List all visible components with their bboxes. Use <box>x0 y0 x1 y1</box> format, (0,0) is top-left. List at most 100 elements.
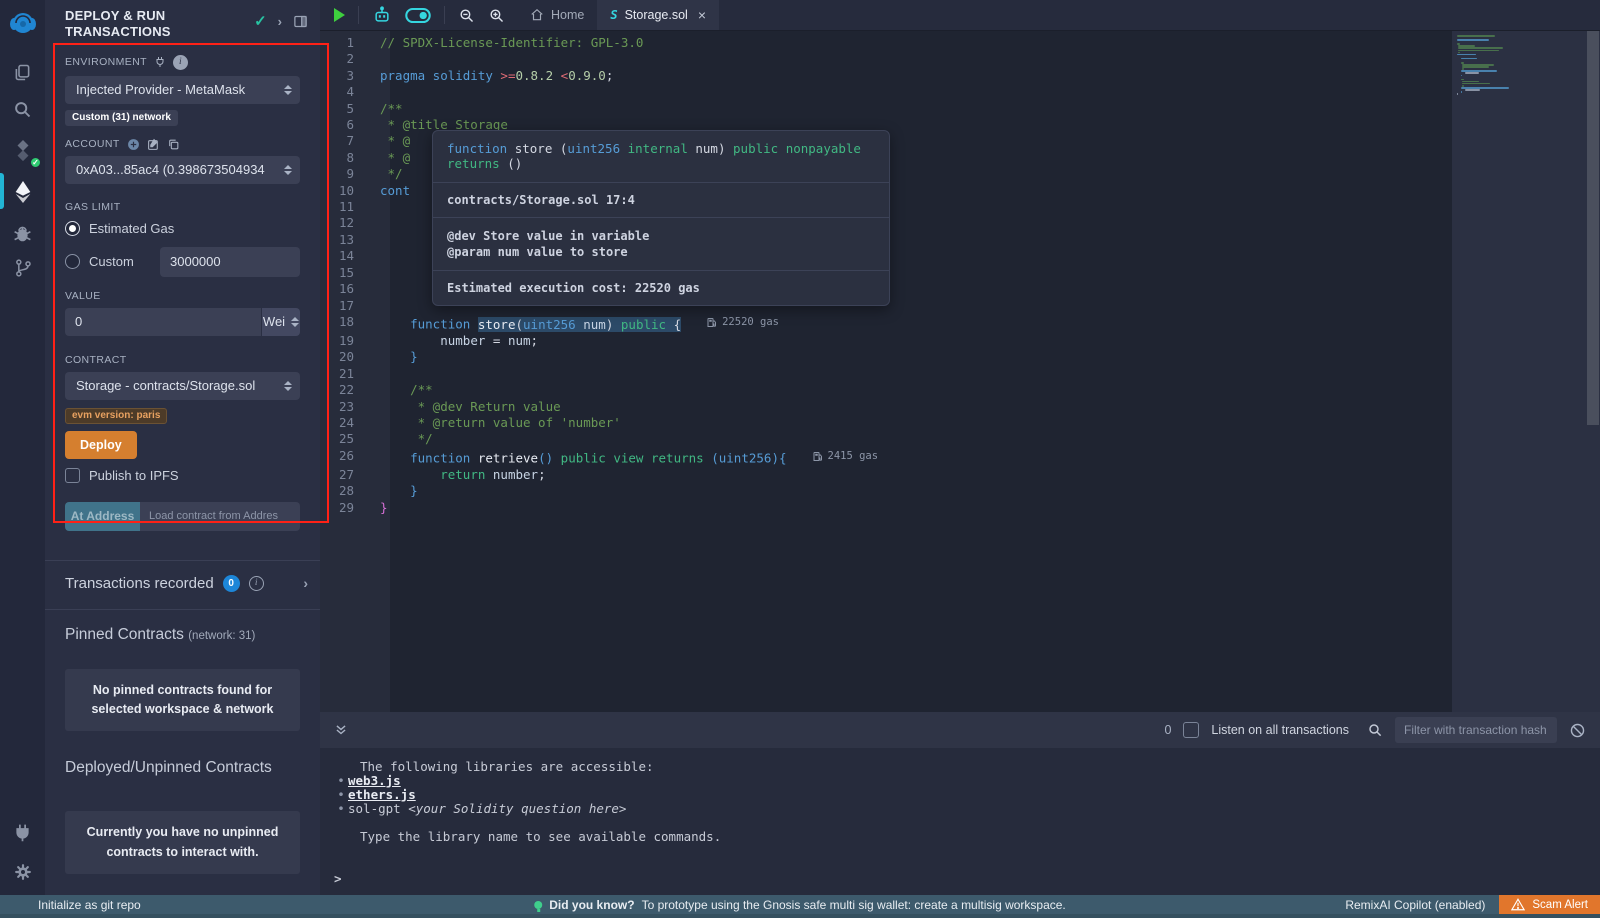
code-line: 22 /** <box>320 382 1450 398</box>
deploy-and-run-icon[interactable] <box>0 172 45 212</box>
remix-logo-icon[interactable] <box>0 6 45 44</box>
file-explorer-icon[interactable] <box>0 52 45 92</box>
deploy-run-panel: DEPLOY & RUN TRANSACTIONS ✓ › ENVIRONMEN… <box>45 0 320 895</box>
minimap-line <box>1465 89 1480 91</box>
listen-all-checkbox[interactable] <box>1183 722 1199 738</box>
value-row: Wei <box>65 308 300 336</box>
panel-title: DEPLOY & RUN TRANSACTIONS <box>65 8 215 41</box>
gas-estimate-widget: 22520 gas <box>707 314 779 330</box>
line-number: 23 <box>320 399 372 415</box>
init-git-repo-button[interactable]: Initialize as git repo <box>0 898 141 912</box>
solgpt-command: sol-gpt <box>348 801 408 816</box>
copy-account-icon[interactable] <box>167 138 180 151</box>
scam-alert-button[interactable]: Scam Alert <box>1499 895 1600 914</box>
pin-panel-icon[interactable] <box>293 14 308 29</box>
line-number: 3 <box>320 68 372 84</box>
code-line: 4 <box>320 84 1450 100</box>
environment-select[interactable]: Injected Provider - MetaMask <box>65 76 300 104</box>
code-line: 29} <box>320 500 1450 516</box>
bullet-icon: • <box>334 774 348 788</box>
value-input[interactable] <box>65 308 261 336</box>
select-stepper-icon <box>284 381 292 391</box>
line-number: 17 <box>320 298 372 314</box>
estimated-gas-option[interactable]: Estimated Gas <box>65 221 300 236</box>
search-icon[interactable] <box>0 89 45 129</box>
estimated-gas-radio[interactable] <box>65 221 80 236</box>
lightbulb-icon <box>534 901 542 909</box>
copilot-status[interactable]: RemixAI Copilot (enabled) <box>1345 898 1499 912</box>
scrollbar-thumb[interactable] <box>1587 31 1599 425</box>
tooltip-location: contracts/Storage.sol 17:4 <box>433 183 889 218</box>
terminal-body[interactable]: The following libraries are accessible: … <box>320 748 1600 895</box>
editor-scrollbar[interactable] <box>1586 31 1600 712</box>
code-editor[interactable]: 1// SPDX-License-Identifier: GPL-3.023pr… <box>320 31 1600 712</box>
transactions-info-icon[interactable]: i <box>249 576 264 591</box>
edit-account-icon[interactable] <box>147 138 160 151</box>
settings-icon[interactable] <box>0 852 45 892</box>
minimap-line <box>1457 35 1495 37</box>
code-line: 27 return number; <box>320 467 1450 483</box>
did-you-know-tip: Did you know? To prototype using the Gno… <box>534 898 1066 912</box>
tooltip-param-doc: @param num value to store <box>447 244 875 260</box>
environment-info-icon[interactable]: i <box>173 55 188 70</box>
publish-ipfs-label: Publish to IPFS <box>89 468 179 483</box>
code-line: 26 function retrieve() public view retur… <box>320 448 1450 467</box>
at-address-input[interactable] <box>140 502 300 531</box>
publish-ipfs-checkbox[interactable] <box>65 468 80 483</box>
value-unit-select[interactable]: Wei <box>261 308 300 336</box>
solgpt-hint: <your Solidity question here> <box>408 801 626 816</box>
terminal-collapse-icon[interactable] <box>334 723 348 737</box>
line-number: 26 <box>320 448 372 467</box>
transactions-expand-chevron-icon[interactable]: › <box>303 575 308 591</box>
at-address-button[interactable]: At Address <box>65 502 140 531</box>
deploy-button[interactable]: Deploy <box>65 431 137 459</box>
transactions-count-badge: 0 <box>223 575 240 592</box>
minimap-line <box>1458 50 1499 52</box>
forward-chevron-icon[interactable]: › <box>278 14 282 29</box>
ethers-link[interactable]: ethers.js <box>348 787 416 802</box>
gas-estimate-widget: 2415 gas <box>813 448 879 464</box>
minimap-line <box>1465 72 1479 74</box>
ai-copilot-robot-icon[interactable] <box>372 5 392 25</box>
git-icon[interactable] <box>0 248 45 288</box>
terminal-filter-input[interactable] <box>1395 717 1557 743</box>
code-line: 25 */ <box>320 431 1450 447</box>
account-select[interactable]: 0xA03...85ac4 (0.398673504934 <box>65 156 300 184</box>
listen-all-label: Listen on all transactions <box>1211 723 1349 737</box>
custom-gas-radio[interactable] <box>65 254 80 269</box>
tip-bold-text: Did you know? <box>549 898 634 912</box>
add-account-icon[interactable] <box>127 138 140 151</box>
minimap-line <box>1458 47 1503 49</box>
solidity-compiler-icon[interactable]: ✓ <box>0 131 45 171</box>
run-script-play-button[interactable] <box>334 8 345 22</box>
tab-home[interactable]: Home <box>517 0 597 30</box>
plugin-manager-icon[interactable] <box>0 812 45 852</box>
terminal-prompt[interactable]: > <box>334 872 342 886</box>
clear-console-icon[interactable] <box>1569 722 1586 739</box>
compiler-success-badge: ✓ <box>29 156 42 169</box>
gas-limit-label: GAS LIMIT <box>65 201 300 213</box>
zoom-in-icon[interactable] <box>488 7 505 24</box>
bullet-icon: • <box>334 788 348 802</box>
minimap-line <box>1457 39 1489 41</box>
tab-storage-sol[interactable]: S Storage.sol × <box>597 0 719 30</box>
line-number: 9 <box>320 166 372 182</box>
contract-select[interactable]: Storage - contracts/Storage.sol <box>65 372 300 400</box>
code-line: 3pragma solidity >=0.8.2 <0.9.0; <box>320 68 1450 84</box>
line-number: 22 <box>320 382 372 398</box>
web3-link[interactable]: web3.js <box>348 773 401 788</box>
zoom-out-icon[interactable] <box>458 7 475 24</box>
custom-gas-label: Custom <box>89 254 134 269</box>
minimap-line <box>1461 75 1462 77</box>
at-address-row: At Address <box>65 502 300 531</box>
debugger-icon[interactable] <box>0 213 45 253</box>
editor-minimap[interactable] <box>1452 31 1586 712</box>
terminal-tx-count: 0 <box>1164 723 1171 737</box>
custom-gas-input[interactable] <box>160 247 300 277</box>
line-number: 28 <box>320 483 372 499</box>
copilot-toggle-switch[interactable] <box>405 7 431 24</box>
custom-gas-option: Custom <box>65 247 300 277</box>
close-tab-icon[interactable]: × <box>698 7 706 23</box>
panel-header: DEPLOY & RUN TRANSACTIONS ✓ › <box>45 0 320 45</box>
terminal-search-icon[interactable] <box>1367 722 1383 738</box>
